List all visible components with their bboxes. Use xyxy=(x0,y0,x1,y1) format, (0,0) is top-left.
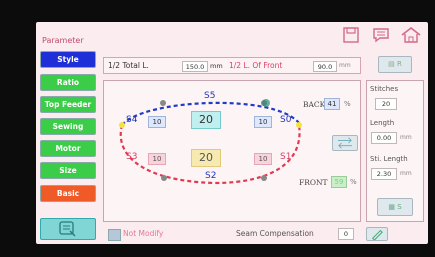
front-label: FRONT xyxy=(299,178,328,187)
front-length-label: 1/2 L. Of Front xyxy=(229,61,283,70)
pattern-button[interactable] xyxy=(40,218,96,240)
s-button-label: S xyxy=(397,203,402,211)
length-unit: mm xyxy=(400,134,412,141)
r-button-label: R xyxy=(396,60,402,68)
s1-label: S1 xyxy=(280,152,292,162)
sidebar-item-size[interactable]: Size xyxy=(40,162,96,179)
sidebar-item-top-feeder[interactable]: Top Feeder xyxy=(40,96,96,113)
front-length-unit: mm xyxy=(339,62,351,69)
pencil-icon xyxy=(371,229,383,241)
length-row: 1/2 Total L. 150.0 mm 1/2 L. Of Front 90… xyxy=(103,57,361,74)
home-icon[interactable] xyxy=(400,26,422,44)
swap-button[interactable] xyxy=(332,135,358,151)
point-right xyxy=(296,122,302,128)
point-bottom-right xyxy=(261,175,267,181)
s-button[interactable]: ▦ S xyxy=(377,198,413,216)
sidebar-item-label: Ratio xyxy=(56,78,80,87)
save-icon[interactable] xyxy=(342,26,360,44)
bottom-bar: Not Modify Seam Compensation 0 xyxy=(96,227,426,241)
pattern-icon xyxy=(59,221,76,237)
sidebar-item-style[interactable]: Style xyxy=(40,51,96,68)
length-label: Length xyxy=(370,119,395,127)
sidebar-item-label: Motor xyxy=(55,144,81,153)
seam-compensation-label: Seam Compensation xyxy=(236,229,314,238)
sidebar-item-ratio[interactable]: Ratio xyxy=(40,74,96,91)
s2-input[interactable]: 20 xyxy=(191,149,221,167)
back-label: BACK xyxy=(303,100,326,109)
s3-label: S3 xyxy=(126,152,138,162)
sidebar-item-label: Sewing xyxy=(52,122,84,131)
s0-label: S0 xyxy=(280,115,292,125)
point-marker xyxy=(262,99,270,107)
sidebar-item-label: Size xyxy=(59,166,77,175)
front-percent-unit: % xyxy=(350,178,357,186)
back-percent-input[interactable]: 41 xyxy=(324,98,340,110)
sidebar-item-sewing[interactable]: Sewing xyxy=(40,118,96,135)
point-top-left xyxy=(160,100,166,106)
length-input[interactable]: 0.00 xyxy=(371,132,397,144)
total-length-unit: mm xyxy=(210,62,223,70)
total-length-label: 1/2 Total L. xyxy=(108,61,149,70)
seam-compensation-input[interactable]: 0 xyxy=(338,228,354,240)
sti-length-unit: mm xyxy=(400,170,412,177)
not-modify-label: Not Modify xyxy=(123,229,164,238)
title-bar: Parameter xyxy=(36,22,428,48)
swap-icon xyxy=(338,137,352,149)
sidebar-item-basic[interactable]: Basic xyxy=(40,185,96,202)
stitches-input[interactable]: 20 xyxy=(375,98,397,110)
page-title: Parameter xyxy=(42,36,84,45)
point-bottom-left xyxy=(161,175,167,181)
s5-label: S5 xyxy=(204,91,216,101)
sti-length-label: Sti. Length xyxy=(370,155,408,163)
s3-input[interactable]: 10 xyxy=(148,153,166,165)
stitches-label: Stitches xyxy=(370,85,399,93)
sidebar-item-label: Top Feeder xyxy=(44,100,92,109)
not-modify-checkbox[interactable] xyxy=(108,229,121,241)
point-left xyxy=(119,122,125,128)
screen: Parameter Style Ratio Top Feeder Sewing … xyxy=(36,22,428,244)
front-percent-input[interactable]: 59 xyxy=(331,176,347,188)
seam-diagram-panel: S5 S4 S0 S3 S1 S2 10 20 10 10 20 10 BACK… xyxy=(103,80,361,222)
sidebar-item-motor[interactable]: Motor xyxy=(40,140,96,157)
front-length-input[interactable]: 90.0 xyxy=(313,61,337,72)
message-icon[interactable] xyxy=(372,26,390,44)
back-percent-unit: % xyxy=(344,100,351,108)
sti-length-input[interactable]: 2.30 xyxy=(371,168,397,180)
sidebar-item-label: Basic xyxy=(56,189,80,198)
total-length-input[interactable]: 150.0 xyxy=(182,61,208,72)
r-button[interactable]: ▤ R xyxy=(378,56,412,73)
sidebar-item-label: Style xyxy=(57,55,79,64)
edit-button[interactable] xyxy=(366,227,388,241)
s5-input[interactable]: 20 xyxy=(191,111,221,129)
stitch-panel: Stitches 20 Length 0.00 mm Sti. Length 2… xyxy=(366,80,424,222)
s0-input[interactable]: 10 xyxy=(254,116,272,128)
s4-input[interactable]: 10 xyxy=(148,116,166,128)
s4-label: S4 xyxy=(126,115,138,125)
s2-label: S2 xyxy=(205,171,217,181)
s1-input[interactable]: 10 xyxy=(254,153,272,165)
